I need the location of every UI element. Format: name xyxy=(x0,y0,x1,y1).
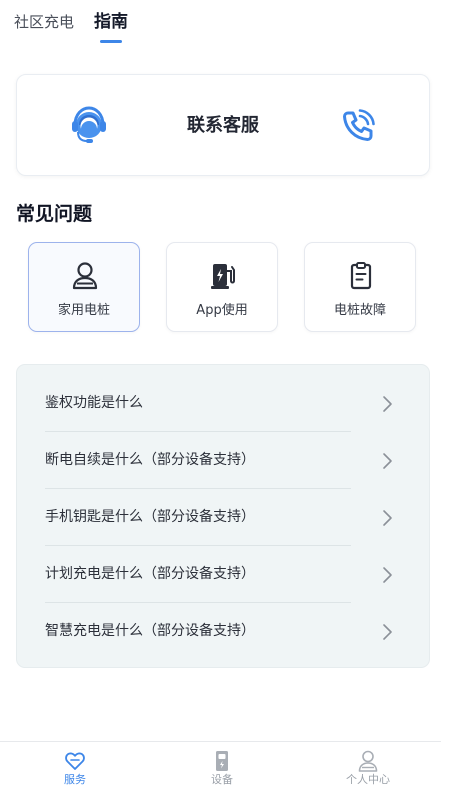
category-app-usage[interactable]: App使用 xyxy=(166,242,278,332)
faq-item-scheduled-charging[interactable]: 计划充电是什么（部分设备支持） xyxy=(17,546,431,603)
nav-personal-center[interactable]: 个人中心 xyxy=(308,742,428,800)
chevron-right-icon xyxy=(383,567,392,583)
nav-personal-center-label: 个人中心 xyxy=(346,773,390,786)
faq-item-smart-charging[interactable]: 智慧充电是什么（部分设备支持） xyxy=(17,603,431,660)
nav-service[interactable]: 服务 xyxy=(15,742,135,800)
chevron-right-icon xyxy=(383,396,392,412)
clipboard-icon xyxy=(350,262,372,290)
tab-guide[interactable]: 指南 xyxy=(94,10,129,43)
heart-icon xyxy=(65,752,85,770)
faq-category-row: 家用电桩 App使用 电桩故障 xyxy=(28,242,416,332)
category-charger-fault[interactable]: 电桩故障 xyxy=(304,242,416,332)
bottom-nav: 服务 设备 个人中心 xyxy=(0,741,441,800)
nav-device-label: 设备 xyxy=(211,773,233,786)
category-app-usage-label: App使用 xyxy=(196,303,248,318)
faq-item-label: 手机钥匙是什么（部分设备支持） xyxy=(45,509,255,525)
person-icon xyxy=(358,750,378,772)
contact-service-card[interactable]: 联系客服 xyxy=(16,74,430,176)
faq-item-phone-key[interactable]: 手机钥匙是什么（部分设备支持） xyxy=(17,489,431,546)
device-icon xyxy=(216,751,228,771)
tab-community-charging[interactable]: 社区充电 xyxy=(14,10,74,34)
faq-item-power-resume[interactable]: 断电自续是什么（部分设备支持） xyxy=(17,432,431,489)
tab-guide-label: 指南 xyxy=(94,12,129,32)
faq-item-label: 断电自续是什么（部分设备支持） xyxy=(45,452,255,468)
nav-service-label: 服务 xyxy=(64,773,86,786)
category-home-charger[interactable]: 家用电桩 xyxy=(28,242,140,332)
tab-community-charging-label: 社区充电 xyxy=(14,13,75,31)
chevron-right-icon xyxy=(383,624,392,640)
faq-list: 鉴权功能是什么 断电自续是什么（部分设备支持） 手机钥匙是什么（部分设备支持） … xyxy=(16,364,430,668)
category-charger-fault-label: 电桩故障 xyxy=(333,303,386,318)
charging-pile-icon xyxy=(211,264,235,289)
top-tabs: 社区充电 指南 xyxy=(14,10,128,46)
phone-call-icon[interactable] xyxy=(339,107,377,145)
faq-item-label: 智慧充电是什么（部分设备支持） xyxy=(45,623,255,639)
category-home-charger-label: 家用电桩 xyxy=(57,303,110,318)
faq-item-label: 鉴权功能是什么 xyxy=(45,395,143,411)
faq-item-authentication[interactable]: 鉴权功能是什么 xyxy=(17,375,431,432)
chevron-right-icon xyxy=(383,510,392,526)
guide-page: 社区充电 指南 联系客服 常见问题 家用电桩 App使用 电桩故障 鉴权功能是什… xyxy=(0,0,450,800)
chevron-right-icon xyxy=(383,453,392,469)
user-icon xyxy=(72,262,98,290)
active-tab-indicator xyxy=(100,40,123,43)
faq-item-label: 计划充电是什么（部分设备支持） xyxy=(45,566,255,582)
nav-device[interactable]: 设备 xyxy=(162,742,282,800)
faq-heading: 常见问题 xyxy=(16,203,93,225)
